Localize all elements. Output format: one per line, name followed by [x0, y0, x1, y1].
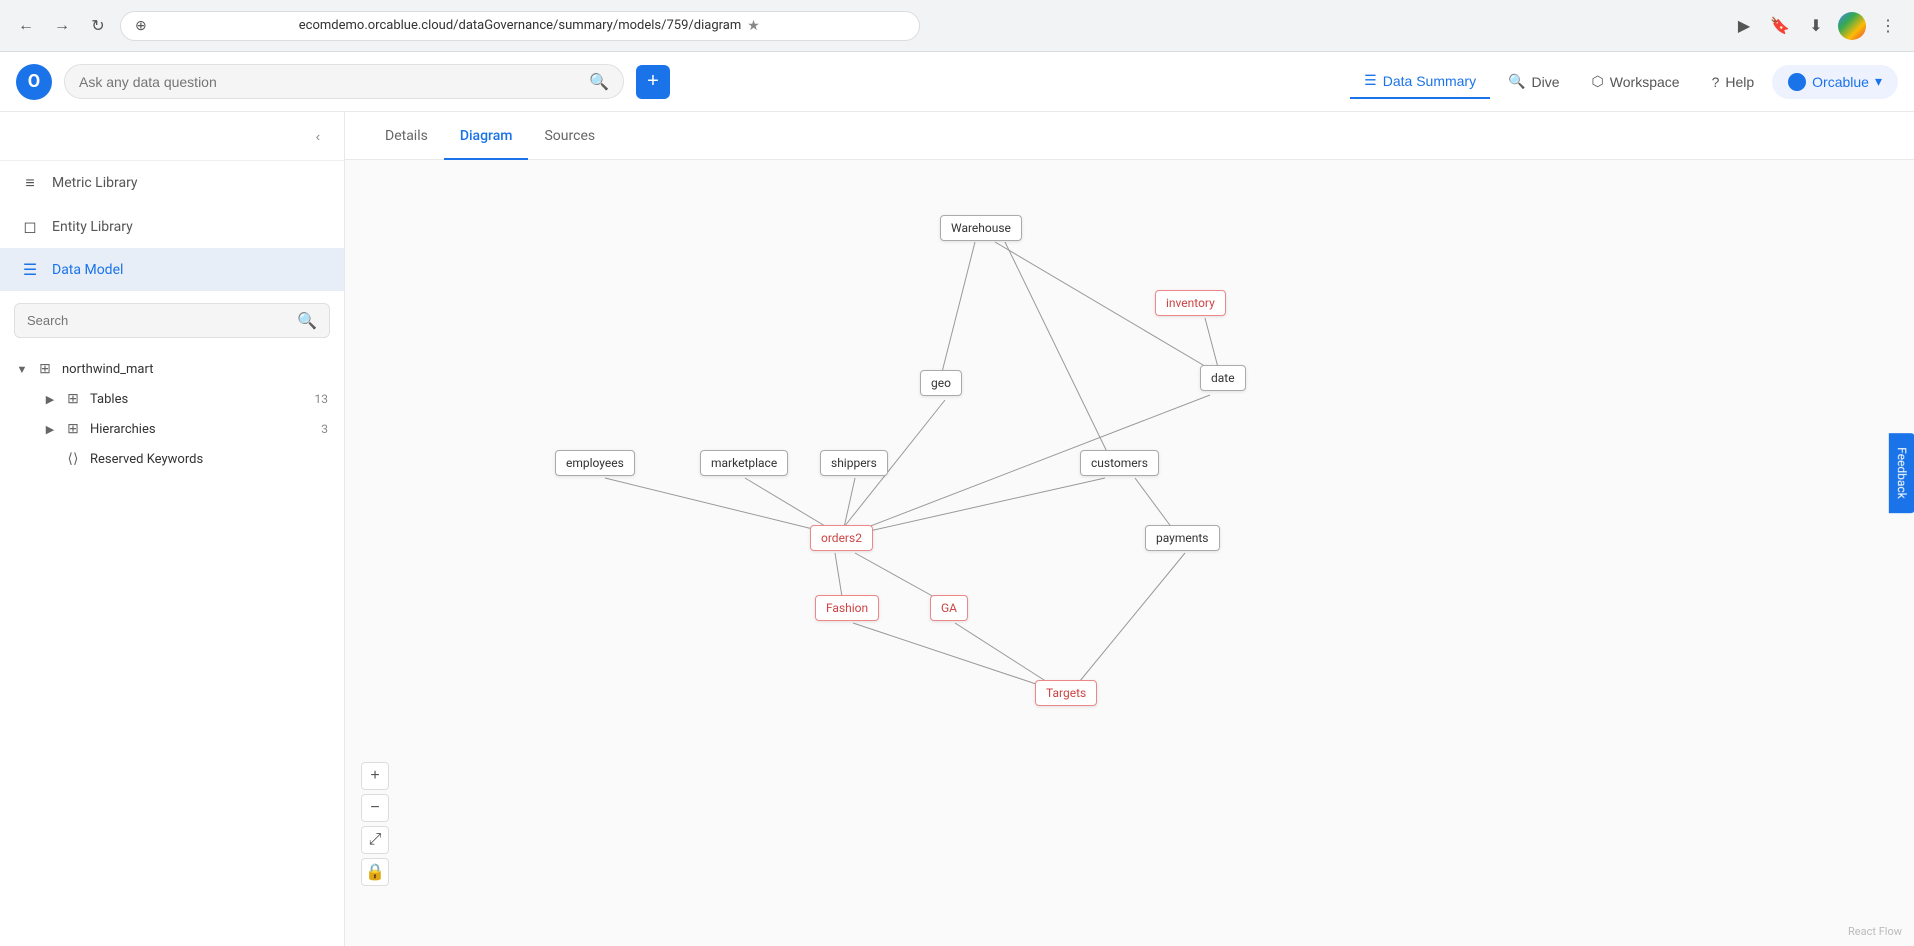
sidebar-header: ‹ [0, 112, 344, 161]
data-summary-icon: ☰ [1364, 72, 1377, 89]
tree-reserved-keywords-group: ▶ ⟨⟩ Reserved Keywords [0, 444, 344, 474]
browser-right-icons: ▶ 🔖 ⬇ ⋮ [1730, 12, 1902, 40]
reserved-keywords-icon: ⟨⟩ [64, 451, 82, 467]
nav-data-summary[interactable]: ☰ Data Summary [1350, 64, 1490, 99]
help-icon: ? [1712, 74, 1720, 90]
browser-chrome: ← → ↻ ⊕ ecomdemo.orcablue.cloud/dataGove… [0, 0, 1914, 52]
diagram-node-warehouse[interactable]: Warehouse [940, 215, 1022, 241]
metric-library-icon: ≡ [20, 173, 40, 193]
orca-logo[interactable]: O [16, 64, 52, 100]
zoom-out-button[interactable]: − [361, 794, 389, 822]
sidebar: ‹ ≡ Metric Library ◻ Entity Library ☰ Da… [0, 112, 345, 946]
tree-hierarchies-group: ▶ ⊞ Hierarchies 3 [0, 414, 344, 444]
database-icon: ⊞ [36, 361, 54, 377]
tree-item-reserved-keywords[interactable]: ▶ ⟨⟩ Reserved Keywords [32, 444, 344, 474]
zoom-controls: + − ⤢ 🔒 [361, 762, 389, 886]
menu-button[interactable]: ⋮ [1874, 12, 1902, 40]
diagram-node-ga[interactable]: GA [930, 595, 968, 621]
back-button[interactable]: ← [12, 12, 40, 40]
hierarchy-icon: ⊞ [64, 421, 82, 437]
tree-item-tables[interactable]: ▶ ⊞ Tables 13 [32, 384, 344, 414]
sidebar-item-entity-library[interactable]: ◻ Entity Library [0, 205, 344, 248]
workspace-icon: ⬡ [1592, 73, 1604, 90]
data-model-icon: ☰ [20, 260, 40, 279]
dive-icon: 🔍 [1508, 73, 1525, 90]
feedback-button[interactable]: Feedback [1889, 433, 1914, 513]
orcablue-button[interactable]: Orcablue ▾ [1772, 65, 1898, 99]
search-icon: 🔍 [589, 72, 609, 91]
nav-dive[interactable]: 🔍 Dive [1494, 65, 1573, 98]
diagram-node-geo[interactable]: geo [920, 370, 962, 396]
address-bar[interactable]: ⊕ ecomdemo.orcablue.cloud/dataGovernance… [120, 11, 920, 41]
main-layout: ‹ ≡ Metric Library ◻ Entity Library ☰ Da… [0, 112, 1914, 946]
diagram-connections [345, 160, 1914, 946]
forward-button[interactable]: → [48, 12, 76, 40]
diagram-node-fashion[interactable]: Fashion [815, 595, 879, 621]
orcablue-icon [1788, 73, 1806, 91]
diagram-node-shippers[interactable]: shippers [820, 450, 888, 476]
sidebar-item-metric-library[interactable]: ≡ Metric Library [0, 161, 344, 205]
fit-view-button[interactable]: ⤢ [361, 826, 389, 854]
refresh-button[interactable]: ↻ [84, 12, 112, 40]
url-text: ecomdemo.orcablue.cloud/dataGovernance/s… [299, 18, 741, 33]
tab-diagram[interactable]: Diagram [444, 112, 529, 160]
tab-details[interactable]: Details [369, 112, 444, 160]
sidebar-search-bar[interactable]: 🔍 [14, 303, 330, 338]
lock-button[interactable]: 🔒 [361, 858, 389, 886]
tree-item-hierarchies[interactable]: ▶ ⊞ Hierarchies 3 [32, 414, 344, 444]
zoom-in-button[interactable]: + [361, 762, 389, 790]
chevron-left-icon: ‹ [316, 129, 320, 144]
diagram-node-employees[interactable]: employees [555, 450, 635, 476]
tree-section: ▼ ⊞ northwind_mart ▶ ⊞ Tables 13 ▶ ⊞ Hie… [0, 350, 344, 946]
add-button[interactable]: + [636, 65, 670, 99]
diagram-node-customers[interactable]: customers [1080, 450, 1159, 476]
tree-root-northwind[interactable]: ▼ ⊞ northwind_mart [0, 354, 344, 384]
sidebar-search-icon: 🔍 [297, 311, 317, 330]
collapse-sidebar-button[interactable]: ‹ [306, 124, 330, 148]
nav-workspace[interactable]: ⬡ Workspace [1578, 65, 1694, 98]
chevron-right-icon: ▶ [44, 423, 56, 436]
diagram-node-date[interactable]: date [1200, 365, 1246, 391]
sidebar-search-input[interactable] [27, 313, 289, 328]
bookmark-button[interactable]: 🔖 [1766, 12, 1794, 40]
app-header: O 🔍 + ☰ Data Summary 🔍 Dive ⬡ Workspace … [0, 52, 1914, 112]
chevron-down-icon: ▼ [16, 363, 28, 376]
user-avatar[interactable] [1838, 12, 1866, 40]
diagram-node-payments[interactable]: payments [1145, 525, 1220, 551]
extensions-button[interactable]: ▶ [1730, 12, 1758, 40]
tabs-bar: Details Diagram Sources [345, 112, 1914, 160]
diagram-node-inventory[interactable]: inventory [1155, 290, 1226, 316]
tab-sources[interactable]: Sources [528, 112, 611, 160]
chevron-right-icon: ▶ [44, 393, 56, 406]
react-flow-label: React Flow [1848, 925, 1902, 938]
diagram-canvas[interactable]: Warehouse inventory geo date employees market… [345, 160, 1914, 946]
diagram-node-orders2[interactable]: orders2 [810, 525, 873, 551]
table-icon: ⊞ [64, 391, 82, 407]
entity-library-icon: ◻ [20, 217, 40, 236]
main-search-input[interactable] [79, 74, 581, 90]
content-area: Details Diagram Sources [345, 112, 1914, 946]
chevron-down-icon: ▾ [1875, 73, 1882, 90]
nav-help[interactable]: ? Help [1698, 66, 1769, 98]
diagram-node-marketplace[interactable]: marketplace [700, 450, 788, 476]
diagram-node-targets[interactable]: Targets [1035, 680, 1097, 706]
main-search-bar[interactable]: 🔍 [64, 64, 624, 99]
tree-tables-group: ▶ ⊞ Tables 13 [0, 384, 344, 414]
header-nav: ☰ Data Summary 🔍 Dive ⬡ Workspace ? Help… [1350, 64, 1898, 99]
download-button[interactable]: ⬇ [1802, 12, 1830, 40]
sidebar-item-data-model[interactable]: ☰ Data Model [0, 248, 344, 291]
